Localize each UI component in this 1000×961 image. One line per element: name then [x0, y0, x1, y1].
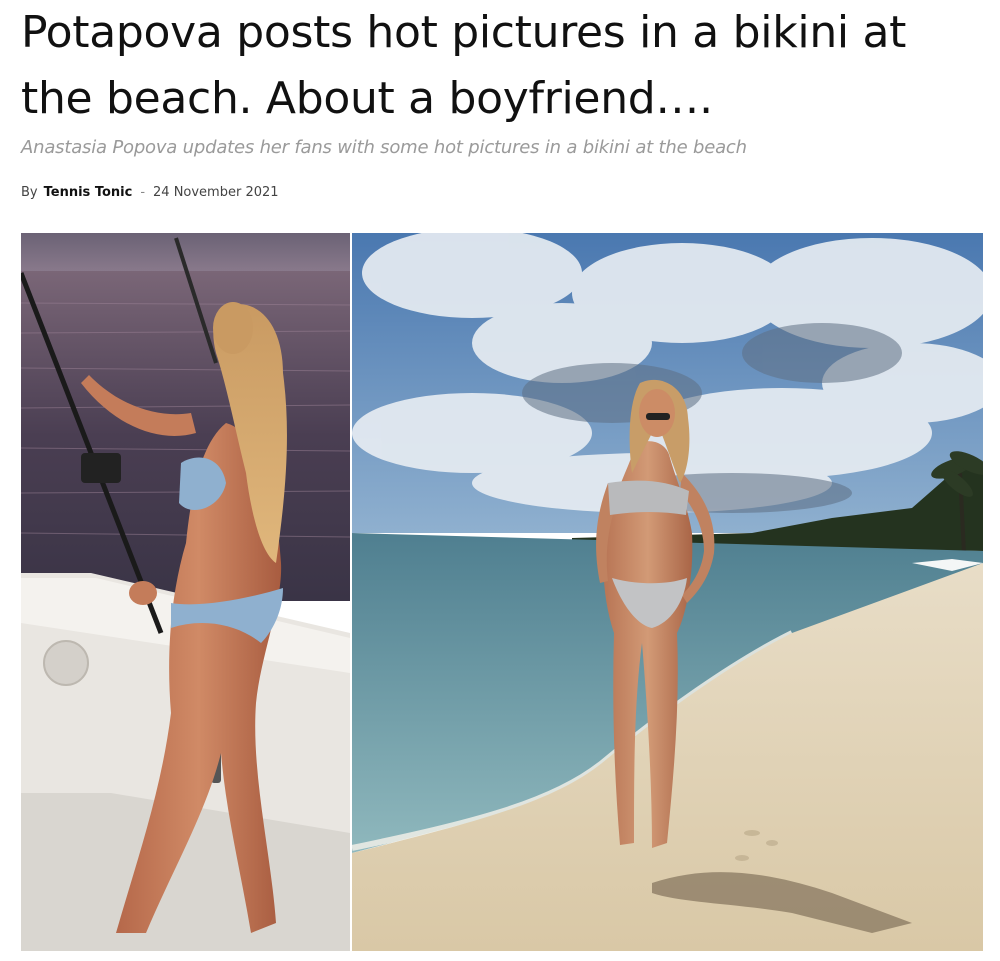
author-link[interactable]: Tennis Tonic [44, 185, 133, 200]
byline-label: By [21, 185, 38, 200]
article-meta: By Tennis Tonic - 24 November 2021 [21, 185, 279, 200]
article-subtitle: Anastasia Popova updates her fans with s… [21, 137, 747, 158]
publish-date: 24 November 2021 [153, 185, 279, 200]
meta-separator: - [140, 185, 146, 200]
photo-left-boat [21, 233, 350, 951]
featured-image[interactable] [21, 233, 983, 951]
article-title: Potapova posts hot pictures in a bikini … [21, 7, 907, 124]
photo-right-beach [350, 233, 983, 951]
